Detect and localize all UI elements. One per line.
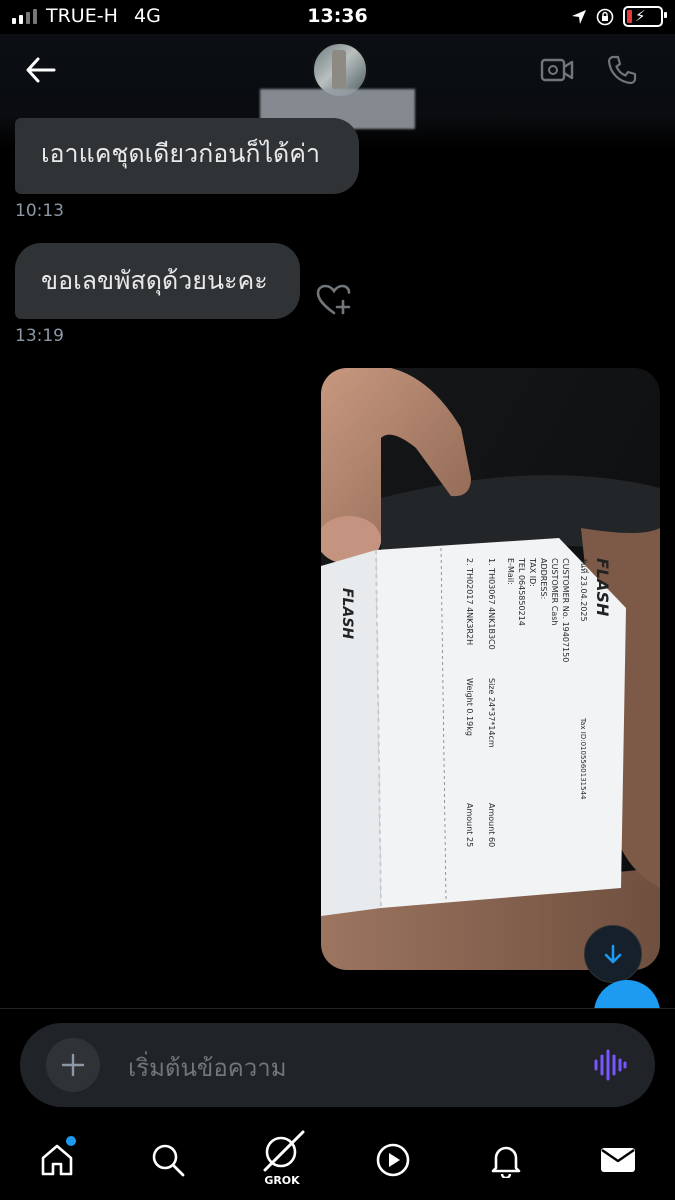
status-bar: TRUE-H 4G 13:36 ⚡ xyxy=(0,0,675,34)
rotation-lock-icon xyxy=(596,8,614,25)
image-message[interactable]: FLASH วันที่ 23.04.2025 CUSTOMER No. 194… xyxy=(321,368,660,970)
receipt-stub-brand: FLASH xyxy=(339,588,355,639)
play-icon xyxy=(376,1143,410,1177)
nav-messages[interactable] xyxy=(593,1138,643,1182)
nav-grok[interactable] xyxy=(257,1130,307,1174)
nav-notifications[interactable] xyxy=(481,1138,531,1182)
grok-icon xyxy=(263,1130,305,1172)
receipt-item-2: 2. TH02017 4NK3R2H xyxy=(465,558,474,645)
receipt-amount-2: Amount 25 xyxy=(465,803,474,847)
video-call-icon xyxy=(540,58,574,82)
nav-search[interactable] xyxy=(143,1138,193,1182)
message-text: เอาแคชุดเดียวก่อนก็ได้ค่า xyxy=(41,139,321,168)
plus-icon xyxy=(61,1053,85,1077)
phone-call-button[interactable] xyxy=(602,50,642,90)
receipt-tel: TEL 0645850214 xyxy=(517,557,526,626)
add-attachment-button[interactable] xyxy=(46,1038,100,1092)
receipt-date: วันที่ 23.04.2025 xyxy=(579,558,590,622)
voice-message-icon[interactable] xyxy=(593,1049,627,1081)
add-reaction-heart-icon[interactable] xyxy=(315,283,353,317)
scroll-to-bottom-button[interactable] xyxy=(584,925,642,983)
arrow-down-icon xyxy=(604,944,622,964)
receipt-item-1: 1. TH03067 4NK1B3C0 xyxy=(487,558,496,650)
location-arrow-icon xyxy=(572,9,586,24)
mail-icon xyxy=(601,1148,635,1172)
message-composer: เริ่มต้นข้อความ xyxy=(20,1023,655,1107)
message-text: ขอเลขพัสดุด้วยนะคะ xyxy=(41,266,268,295)
message-bubble[interactable]: เอาแคชุดเดียวก่อนก็ได้ค่า xyxy=(15,118,359,194)
search-icon xyxy=(152,1144,185,1177)
arrow-left-icon xyxy=(26,57,56,83)
message-timestamp: 13:19 xyxy=(15,326,64,346)
receipt-brand: FLASH xyxy=(593,558,612,617)
bell-icon xyxy=(491,1146,521,1178)
message-bubble[interactable]: ขอเลขพัสดุด้วยนะคะ xyxy=(15,243,300,319)
message-composer-area: เริ่มต้นข้อความ xyxy=(0,1008,675,1121)
receipt-address: ADDRESS: xyxy=(539,558,548,599)
receipt-customer-no: CUSTOMER No. 19407150 xyxy=(561,558,570,662)
battery-charging-icon: ⚡ xyxy=(623,6,667,27)
notification-dot xyxy=(64,1134,78,1148)
receipt-size: Size 24*37*14cm xyxy=(487,678,496,748)
grok-label: GROK xyxy=(264,1174,300,1187)
receipt-tax-id: TAX ID: xyxy=(528,557,537,587)
receipt-customer: CUSTOMER Cash xyxy=(550,558,559,626)
phone-icon xyxy=(607,55,637,85)
receipt-weight: Weight 0.19kg xyxy=(465,678,474,736)
bottom-navigation: GROK xyxy=(0,1120,675,1200)
receipt-amount-1: Amount 60 xyxy=(487,803,496,847)
back-button[interactable] xyxy=(20,52,60,88)
receipt-email: E-Mail: xyxy=(506,558,515,585)
message-timestamp: 10:13 xyxy=(15,201,64,221)
nav-video[interactable] xyxy=(368,1138,418,1182)
video-call-button[interactable] xyxy=(537,50,577,90)
receipt-photo: FLASH วันที่ 23.04.2025 CUSTOMER No. 194… xyxy=(321,368,660,970)
message-input[interactable]: เริ่มต้นข้อความ xyxy=(128,1048,287,1087)
receipt-company-tax: Tax ID:0105560131544 xyxy=(579,717,587,800)
